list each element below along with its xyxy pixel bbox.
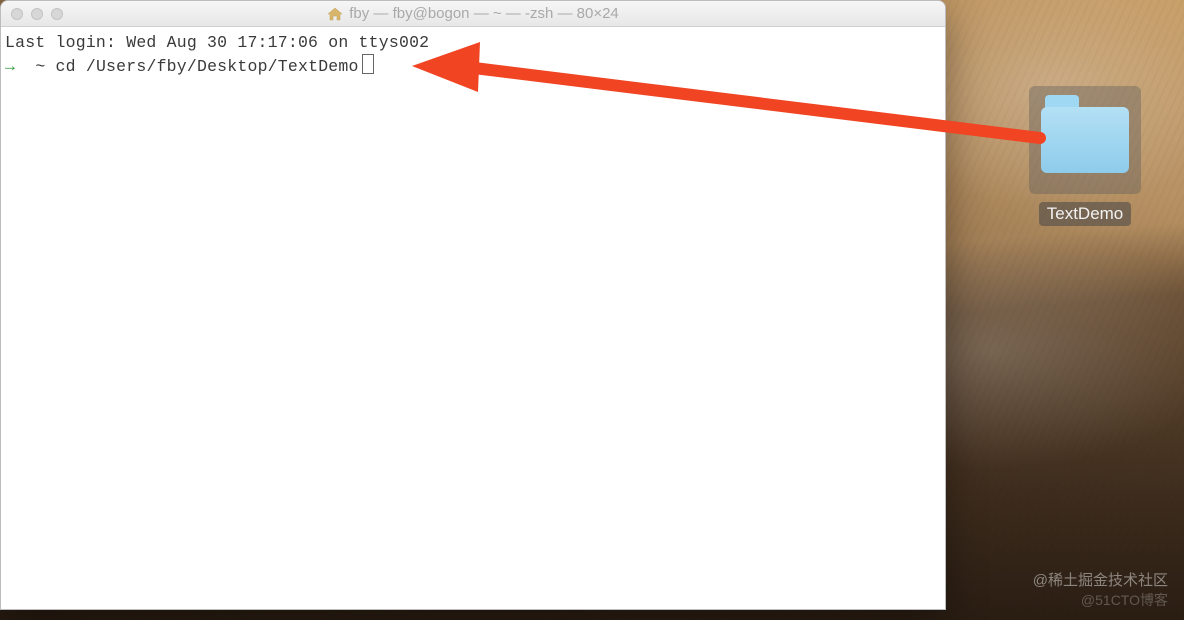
terminal-body[interactable]: Last login: Wed Aug 30 17:17:06 on ttys0… — [1, 27, 945, 609]
watermark-line1: @稀土掘金技术社区 — [1033, 571, 1168, 591]
last-login-line: Last login: Wed Aug 30 17:17:06 on ttys0… — [5, 33, 429, 52]
window-title: fby — fby@bogon — ~ — -zsh — 80×24 — [1, 5, 945, 22]
prompt-arrow: → — [5, 57, 15, 76]
terminal-window[interactable]: fby — fby@bogon — ~ — -zsh — 80×24 Last … — [0, 0, 946, 610]
watermark-line2: @51CTO博客 — [1033, 591, 1168, 610]
desktop-folder-textdemo[interactable]: TextDemo — [1026, 86, 1144, 226]
folder-icon — [1041, 107, 1129, 173]
folder-selection-highlight — [1029, 86, 1141, 194]
window-title-text: fby — fby@bogon — ~ — -zsh — 80×24 — [349, 5, 619, 22]
folder-label: TextDemo — [1039, 202, 1132, 226]
terminal-cursor — [363, 55, 373, 73]
window-titlebar[interactable]: fby — fby@bogon — ~ — -zsh — 80×24 — [1, 1, 945, 27]
prompt-cwd: ~ — [35, 57, 45, 76]
command-text: cd /Users/fby/Desktop/TextDemo — [56, 57, 359, 76]
watermarks: @稀土掘金技术社区 @51CTO博客 — [1033, 571, 1168, 610]
home-icon — [327, 7, 343, 21]
